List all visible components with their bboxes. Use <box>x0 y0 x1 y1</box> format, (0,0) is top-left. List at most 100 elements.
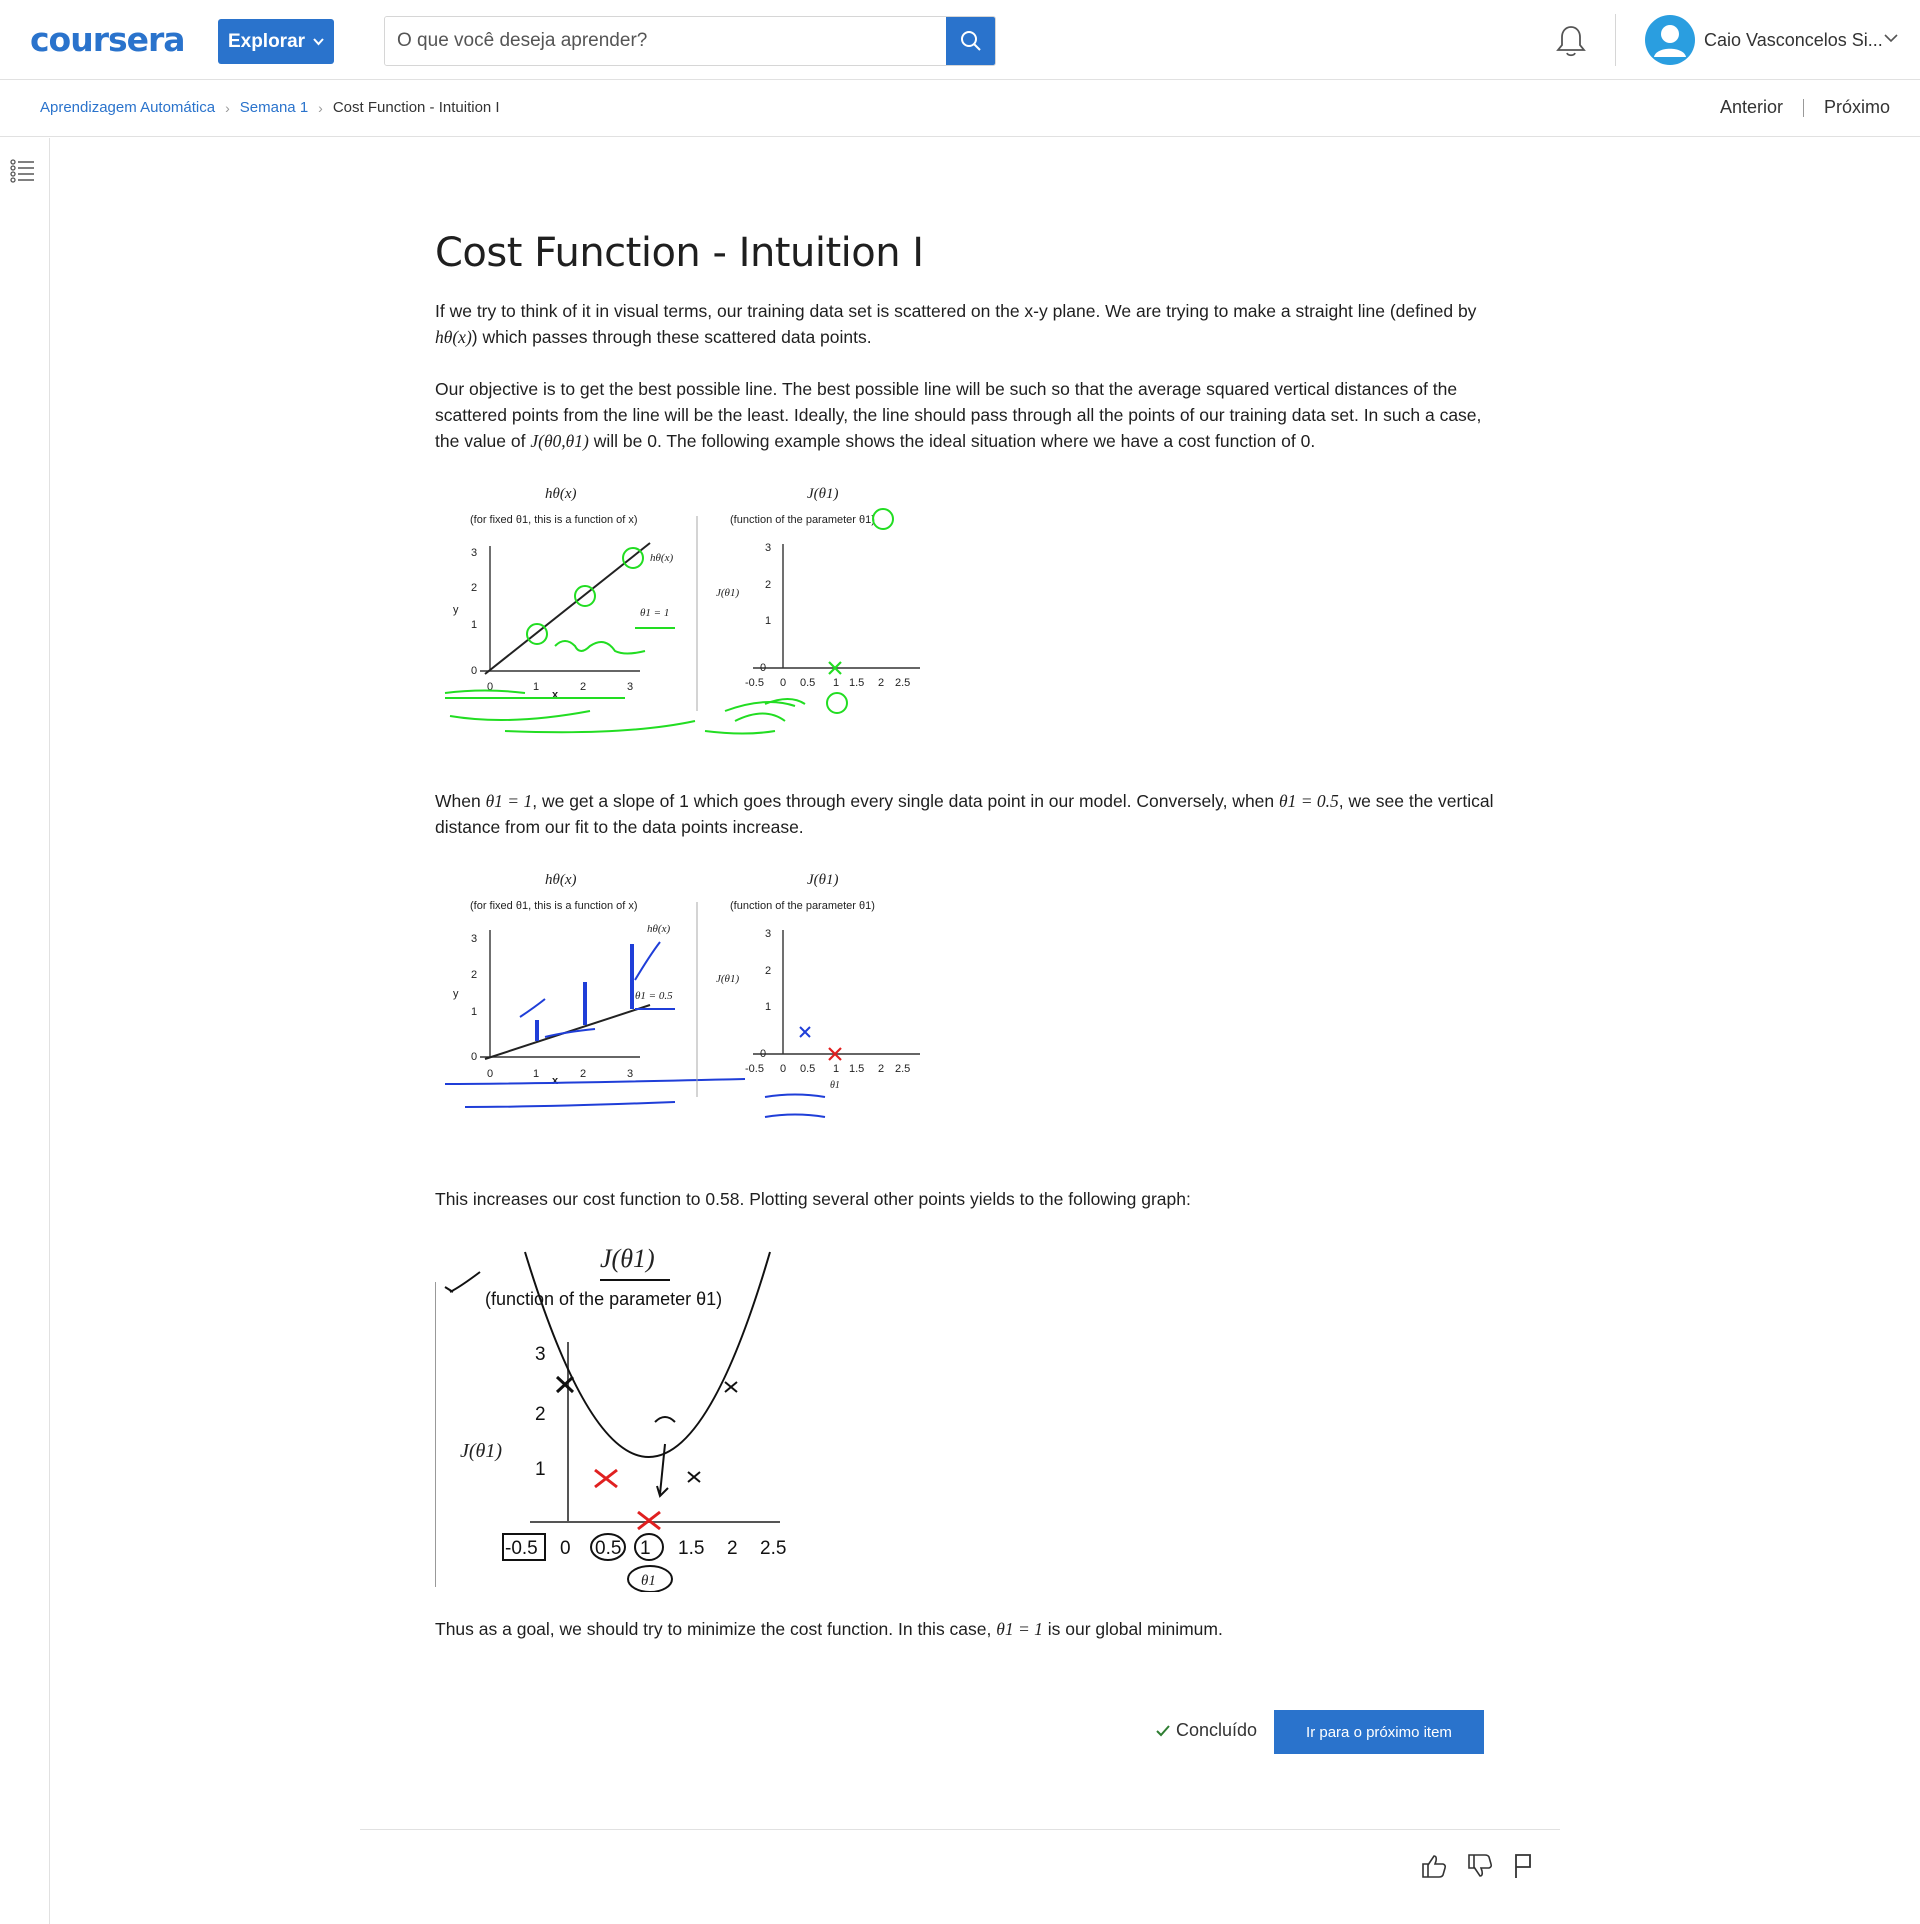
fig2-hx-label: hθ(x) <box>647 923 670 935</box>
fig2-right-ytick: 1 <box>765 1001 771 1013</box>
fig3-ytick: 1 <box>535 1459 546 1480</box>
explore-button[interactable]: Explorar <box>218 19 334 64</box>
fig1-hx-label: hθ(x) <box>650 552 673 564</box>
fig2-x-label: x <box>552 1075 559 1087</box>
fig1-right-xtick: 0.5 <box>800 677 815 689</box>
fig3-marker <box>724 1381 738 1393</box>
fig3-ytick: 3 <box>535 1344 546 1365</box>
fig1-xtick: 2 <box>580 681 586 693</box>
fig1-right-ytick: 1 <box>765 615 771 627</box>
search-input[interactable] <box>385 17 948 65</box>
fig2-left-caption: (for fixed θ1, this is a function of x) <box>470 900 638 912</box>
article: Cost Function - Intuition I If we try to… <box>435 230 1495 1642</box>
fig2-xtick: 0 <box>487 1068 493 1080</box>
fig3-marker-red <box>594 1468 618 1489</box>
search-button[interactable] <box>946 17 995 65</box>
paragraph-3-text-a: When <box>435 791 486 811</box>
fig2-ytick: 0 <box>471 1051 477 1063</box>
fig1-x-label: x <box>552 689 559 701</box>
breadcrumb-course[interactable]: Aprendizagem Automática <box>40 99 215 116</box>
next-link[interactable]: Próximo <box>1824 97 1890 118</box>
fig3-xtick: 1 <box>640 1538 651 1559</box>
fig3-xtick: 1.5 <box>678 1538 704 1559</box>
fig1-ytick: 1 <box>471 619 477 631</box>
table-of-contents-icon[interactable] <box>10 158 36 184</box>
fig1-right-caption: (function of the parameter θ1) <box>730 514 875 526</box>
fig1-right-xtick: 0 <box>780 677 786 689</box>
user-icon <box>1654 25 1686 57</box>
fig1-right-ytick: 2 <box>765 579 771 591</box>
chevron-right-icon: › <box>225 99 230 116</box>
fig3-xtick: 0.5 <box>595 1538 621 1559</box>
math-theta-05: θ1 = 0.5 <box>1279 791 1339 811</box>
flag-icon[interactable] <box>1512 1852 1536 1885</box>
top-header: coursera Explorar Caio Vasconcelos Si... <box>0 0 1920 80</box>
fig3-marker <box>687 1471 701 1483</box>
item-navigation: Anterior Próximo <box>1720 97 1890 118</box>
user-name[interactable]: Caio Vasconcelos Si... <box>1704 30 1883 51</box>
fig1-data-point <box>622 547 644 569</box>
math-theta-1: θ1 = 1 <box>485 791 533 811</box>
completed-label: Concluído <box>1176 1720 1258 1740</box>
paragraph-2: Our objective is to get the best possibl… <box>435 376 1495 454</box>
fig3-j-label: J(θ1) <box>460 1440 502 1462</box>
nav-divider <box>1802 98 1804 117</box>
math-theta-1-min: θ1 = 1 <box>996 1619 1043 1639</box>
fig1-right-ytick: 3 <box>765 542 771 554</box>
fig2-right-ytick: 3 <box>765 928 771 940</box>
math-j-theta: J(θ0,θ1) <box>530 431 589 451</box>
figure-ideal-fit: hθ(x) (for fixed θ1, this is a function … <box>444 486 920 735</box>
fig2-xtick: 3 <box>627 1068 633 1080</box>
fig1-xtick: 3 <box>627 681 633 693</box>
completion-actions: Concluído Ir para o próximo item <box>1150 1710 1485 1754</box>
fig2-right-xtick: 0 <box>780 1063 786 1075</box>
logo-text: coursera <box>30 22 185 58</box>
bell-icon[interactable] <box>1555 24 1587 58</box>
fig2-ytick: 1 <box>471 1006 477 1018</box>
feedback-actions <box>1420 1852 1536 1885</box>
fig3-ytick: 2 <box>535 1404 546 1425</box>
chevron-down-icon[interactable] <box>1884 34 1898 43</box>
breadcrumb-bar: Aprendizagem Automática › Semana 1 › Cos… <box>0 81 1920 137</box>
previous-link[interactable]: Anterior <box>1720 97 1783 118</box>
search-bar <box>384 16 996 66</box>
fig3-theta-axis: θ1 <box>641 1573 656 1589</box>
fig2-right-xtick: 2 <box>878 1063 884 1075</box>
fig1-right-xtick: -0.5 <box>745 677 764 689</box>
fig3-xtick: 0 <box>560 1538 571 1559</box>
math-h-theta: hθ(x) <box>435 327 472 347</box>
fig2-cost-marker-theta05 <box>799 1026 811 1038</box>
paragraph-1-text-a: If we try to think of it in visual terms… <box>435 301 1477 321</box>
check-icon <box>1156 1724 1170 1736</box>
fig1-right-xtick: 2.5 <box>895 677 910 689</box>
paragraph-4: This increases our cost function to 0.58… <box>435 1189 1191 1209</box>
avatar[interactable] <box>1645 15 1695 65</box>
search-icon <box>960 31 981 51</box>
coursera-logo[interactable]: coursera <box>30 22 190 58</box>
next-item-button[interactable]: Ir para o próximo item <box>1274 1710 1484 1754</box>
fig2-right-xtick: -0.5 <box>745 1063 764 1075</box>
paragraph-5-text-b: is our global minimum. <box>1042 1619 1223 1639</box>
fig2-xtick: 2 <box>580 1068 586 1080</box>
fig2-ytick: 3 <box>471 933 477 945</box>
page-title: Cost Function - Intuition I <box>435 230 924 276</box>
breadcrumb: Aprendizagem Automática › Semana 1 › Cos… <box>40 99 500 116</box>
fig1-right-xtick: 2 <box>878 677 884 689</box>
fig1-xtick: 1 <box>533 681 539 693</box>
breadcrumb-week[interactable]: Semana 1 <box>240 99 308 116</box>
thumbs-up-icon[interactable] <box>1420 1852 1448 1885</box>
fig2-theta-axis: θ1 <box>830 1080 840 1091</box>
fig2-right-title: J(θ1) <box>807 872 839 888</box>
fig3-xtick: 2 <box>727 1538 738 1559</box>
fig2-right-xtick: 1.5 <box>849 1063 864 1075</box>
fig1-ytick: 3 <box>471 547 477 559</box>
fig2-y-label: y <box>453 988 459 1000</box>
completed-status: Concluído <box>1156 1720 1257 1741</box>
chevron-down-icon <box>313 37 324 45</box>
side-rail <box>0 138 50 1924</box>
chevron-right-icon: › <box>318 99 323 116</box>
header-divider <box>1615 14 1616 66</box>
fig3-cost-curve <box>524 1251 771 1458</box>
fig3-marker-red <box>637 1510 661 1531</box>
thumbs-down-icon[interactable] <box>1466 1852 1494 1885</box>
